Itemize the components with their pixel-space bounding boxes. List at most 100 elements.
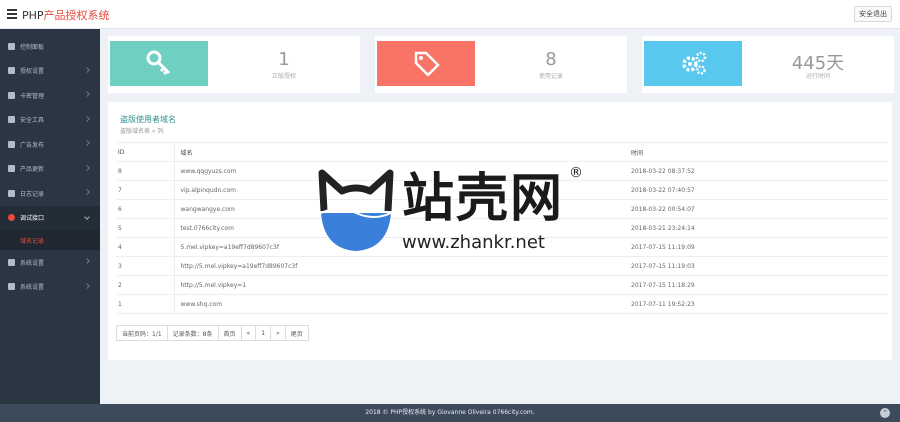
sidebar-item-settings[interactable]: 系统设置 bbox=[0, 250, 100, 275]
sidebar-item-license[interactable]: 授权设置 bbox=[0, 59, 100, 84]
stat-value: 8 bbox=[545, 49, 557, 70]
log-icon bbox=[8, 189, 15, 197]
chevron-icon bbox=[84, 164, 90, 171]
next-page-button[interactable]: » bbox=[271, 326, 286, 340]
sidebar-item-label: 产品更新 bbox=[20, 166, 45, 174]
sidebar-item-logs[interactable]: 日志记录 bbox=[0, 181, 100, 206]
sidebar-item-label: 日志记录 bbox=[20, 190, 45, 198]
top-header: PHP产品授权系统 安全退出 bbox=[0, 0, 900, 29]
stat-card-uptime: 445天 运行时间 bbox=[642, 36, 894, 93]
cell-time: 2017-07-11 19:52:23 bbox=[627, 294, 888, 314]
sidebar: 控制面板 授权设置 卡密管理 安全工具 广告发布 产品更新 日志记录 调试接口 … bbox=[0, 29, 100, 404]
cell-time: 2018-03-22 07:40:57 bbox=[627, 180, 888, 200]
current-page-button[interactable]: 1 bbox=[256, 326, 272, 340]
sidebar-item-label: 系统设置 bbox=[20, 259, 45, 267]
sidebar-item-label: 安全工具 bbox=[20, 117, 45, 125]
page-info: 当前页码：1/1 bbox=[117, 326, 168, 340]
sidebar-item-label: 广告发布 bbox=[20, 141, 45, 149]
stat-icon-box bbox=[644, 41, 742, 86]
sidebar-item-cards[interactable]: 卡密管理 bbox=[0, 83, 100, 108]
app-title-accent: 产品授权系统 bbox=[43, 9, 110, 22]
cell-id: 7 bbox=[116, 180, 174, 200]
panel-title: 盗版使用者域名 bbox=[120, 115, 176, 124]
sidebar-item-ads[interactable]: 广告发布 bbox=[0, 132, 100, 157]
sidebar-item-updates[interactable]: 产品更新 bbox=[0, 157, 100, 182]
debug-icon bbox=[8, 214, 15, 222]
column-header-time: 时间 bbox=[627, 142, 888, 162]
sidebar-item-security[interactable]: 安全工具 bbox=[0, 108, 100, 133]
sidebar-item-dashboard[interactable]: 控制面板 bbox=[0, 34, 100, 59]
column-header-id: ID bbox=[116, 142, 174, 162]
sidebar-item-label: 授权设置 bbox=[20, 68, 45, 76]
cell-time: 2018-03-22 08:37:52 bbox=[627, 161, 888, 181]
last-page-button[interactable]: 尾页 bbox=[286, 326, 308, 340]
stat-card-licenses: 1 正版授权 bbox=[108, 36, 360, 93]
panel-breadcrumb: 盗版域名表 » 列 bbox=[120, 128, 164, 135]
stat-value: 1 bbox=[278, 49, 290, 70]
key-icon bbox=[146, 50, 171, 76]
sidebar-item-label: 调试接口 bbox=[20, 215, 45, 223]
sidebar-item-debug[interactable]: 调试接口 bbox=[0, 205, 100, 230]
stat-label: 使用记录 bbox=[538, 73, 563, 80]
chevron-icon bbox=[84, 282, 90, 289]
shield-icon bbox=[8, 116, 15, 124]
stat-icon-box bbox=[110, 41, 208, 86]
gear-icon bbox=[8, 258, 15, 266]
stat-label: 正版授权 bbox=[271, 73, 296, 80]
chevron-icon bbox=[84, 258, 90, 264]
sidebar-item-label: 卡密管理 bbox=[20, 92, 45, 100]
cell-id: 8 bbox=[116, 161, 174, 181]
table-header-row: ID 域名 时间 bbox=[116, 142, 888, 162]
cell-id: 1 bbox=[116, 294, 174, 314]
scroll-top-icon[interactable]: ⌃ bbox=[880, 408, 890, 418]
cell-id: 2 bbox=[116, 275, 174, 295]
app-title: PHP产品授权系统 bbox=[22, 7, 110, 23]
stat-icon-box bbox=[377, 41, 475, 86]
first-page-button[interactable]: 首页 bbox=[219, 326, 242, 340]
column-header-domain: 域名 bbox=[173, 142, 627, 162]
logout-button[interactable]: 安全退出 bbox=[854, 6, 892, 22]
table-row: 2 http://5.mel.vipkey=1 2017-07-15 11:18:2… bbox=[116, 275, 888, 295]
watermark-url: www.zhankr.net bbox=[402, 232, 545, 253]
question-icon bbox=[8, 283, 15, 291]
wrench-icon bbox=[8, 67, 15, 75]
flag-icon bbox=[8, 140, 15, 148]
sidebar-subitem-domain-records[interactable]: 域名记录 bbox=[0, 230, 100, 250]
footer: 2018 © PHP授权系统 by Giovanne Oliveira 0766… bbox=[0, 404, 900, 422]
cell-time: 2018-03-21 23:24:14 bbox=[627, 218, 888, 238]
cell-domain: www.shq.com bbox=[173, 294, 627, 314]
gears-icon bbox=[682, 51, 707, 75]
sidebar-item-label: 控制面板 bbox=[20, 43, 45, 51]
prev-page-button[interactable]: « bbox=[242, 326, 257, 340]
cell-time: 2017-07-15 11:19:03 bbox=[627, 256, 888, 276]
sidebar-item-label: 系统设置 bbox=[20, 284, 45, 292]
chevron-icon bbox=[84, 91, 90, 97]
hamburger-menu-icon[interactable] bbox=[7, 9, 17, 19]
card-icon bbox=[8, 91, 15, 99]
table-row: 1 www.shq.com 2017-07-11 19:52:23 bbox=[116, 294, 888, 314]
footer-copyright: 2018 © PHP授权系统 by Giovanne Oliveira 0766… bbox=[365, 409, 535, 416]
chevron-icon bbox=[84, 189, 90, 195]
tag-icon bbox=[414, 51, 440, 76]
watermark-registered-mark: ® bbox=[569, 165, 583, 181]
upload-icon bbox=[8, 165, 15, 173]
pagination: 当前页码：1/1 记录条数：8条 首页 « 1 » 尾页 bbox=[116, 325, 309, 341]
cell-id: 5 bbox=[116, 218, 174, 238]
sidebar-item-settings-2[interactable]: 系统设置 bbox=[0, 275, 100, 300]
chevron-icon bbox=[84, 115, 90, 122]
chevron-icon bbox=[84, 66, 90, 73]
chevron-down-icon bbox=[84, 213, 90, 220]
cell-time: 2017-07-15 11:18:29 bbox=[627, 275, 888, 295]
stat-label: 运行时间 bbox=[805, 73, 830, 80]
dashboard-icon bbox=[8, 42, 15, 50]
watermark: 站壳网 ® www.zhankr.net bbox=[316, 165, 586, 260]
cell-id: 6 bbox=[116, 199, 174, 219]
chevron-icon bbox=[84, 140, 90, 146]
cell-time: 2017-07-15 11:19:09 bbox=[627, 237, 888, 257]
app-title-prefix: PHP bbox=[22, 9, 44, 22]
watermark-brand: 站壳网 bbox=[402, 169, 565, 229]
cell-domain: http://5.mel.vipkey=1 bbox=[173, 275, 627, 295]
cell-id: 3 bbox=[116, 256, 174, 276]
stat-card-usage: 8 使用记录 bbox=[375, 36, 627, 93]
watermark-cat-logo-icon bbox=[318, 169, 394, 251]
